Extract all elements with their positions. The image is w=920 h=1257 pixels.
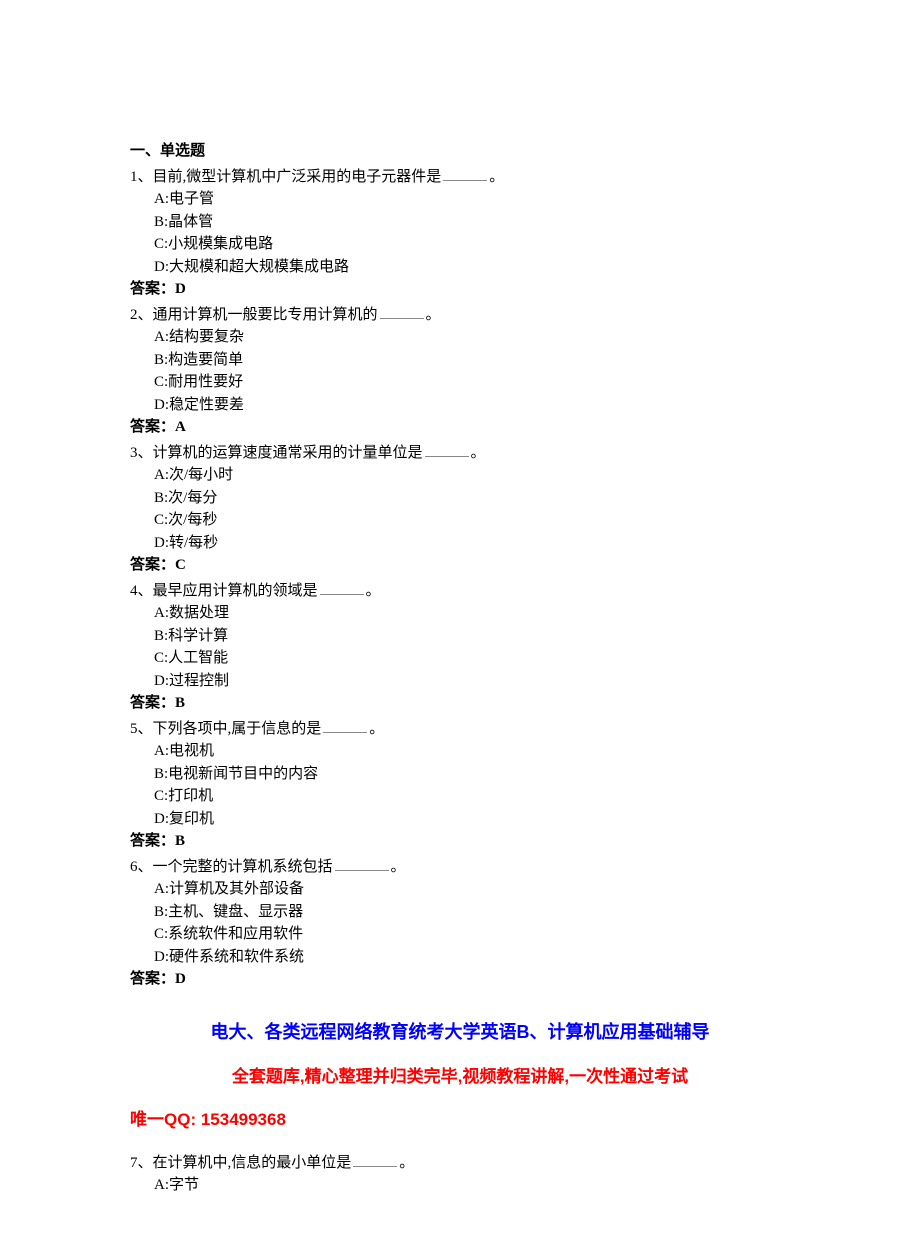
question-6: 6、一个完整的计算机系统包括 。 A:计算机及其外部设备 B:主机、键盘、显示器 … <box>130 855 790 991</box>
question-number: 2、 <box>130 307 153 323</box>
question-stem: 6、一个完整的计算机系统包括 。 <box>130 855 790 879</box>
fill-blank <box>443 165 487 181</box>
option-b: B:科学计算 <box>154 625 790 648</box>
answer: 答案：A <box>130 416 790 439</box>
stem-suffix: 。 <box>391 859 406 875</box>
options: A:电视机 B:电视新闻节目中的内容 C:打印机 D:复印机 <box>130 740 790 830</box>
option-c: C:打印机 <box>154 785 790 808</box>
question-text: 下列各项中,属于信息的是 <box>153 721 322 737</box>
question-text: 最早应用计算机的领域是 <box>153 583 318 599</box>
answer-value: C <box>175 557 186 573</box>
answer-label: 答案： <box>130 419 175 435</box>
question-text: 通用计算机一般要比专用计算机的 <box>153 307 378 323</box>
question-3: 3、计算机的运算速度通常采用的计量单位是 。 A:次/每小时 B:次/每分 C:次… <box>130 441 790 577</box>
fill-blank <box>323 717 367 733</box>
question-stem: 4、最早应用计算机的领域是 。 <box>130 579 790 603</box>
option-a: A:结构要复杂 <box>154 326 790 349</box>
option-d: D:硬件系统和软件系统 <box>154 946 790 969</box>
question-text: 目前,微型计算机中广泛采用的电子元器件是 <box>153 169 442 185</box>
question-5: 5、下列各项中,属于信息的是 。 A:电视机 B:电视新闻节目中的内容 C:打印机… <box>130 717 790 853</box>
promo-line-3: 唯一QQ: 153499368 <box>130 1107 790 1133</box>
stem-suffix: 。 <box>426 307 441 323</box>
stem-suffix: 。 <box>489 169 504 185</box>
options: A:字节 <box>130 1174 790 1197</box>
options: A:数据处理 B:科学计算 C:人工智能 D:过程控制 <box>130 602 790 692</box>
fill-blank <box>320 579 364 595</box>
promo-line-1: 电大、各类远程网络教育统考大学英语B、计算机应用基础辅导 <box>130 1019 790 1046</box>
question-number: 3、 <box>130 445 153 461</box>
question-text: 计算机的运算速度通常采用的计量单位是 <box>153 445 423 461</box>
answer-value: D <box>175 281 186 297</box>
option-a: A:次/每小时 <box>154 464 790 487</box>
option-b: B:晶体管 <box>154 211 790 234</box>
option-d: D:过程控制 <box>154 670 790 693</box>
answer-value: B <box>175 833 185 849</box>
fill-blank <box>425 441 469 457</box>
option-c: C:系统软件和应用软件 <box>154 923 790 946</box>
stem-suffix: 。 <box>369 721 384 737</box>
options: A:结构要复杂 B:构造要简单 C:耐用性要好 D:稳定性要差 <box>130 326 790 416</box>
option-d: D:转/每秒 <box>154 532 790 555</box>
question-text: 一个完整的计算机系统包括 <box>153 859 333 875</box>
option-a: A:电视机 <box>154 740 790 763</box>
question-stem: 1、目前,微型计算机中广泛采用的电子元器件是 。 <box>130 165 790 189</box>
answer-value: D <box>175 971 186 987</box>
fill-blank <box>353 1151 397 1167</box>
answer-label: 答案： <box>130 695 175 711</box>
answer: 答案：B <box>130 830 790 853</box>
answer: 答案：D <box>130 278 790 301</box>
section-title: 一、单选题 <box>130 140 790 163</box>
fill-blank <box>380 303 424 319</box>
option-b: B:主机、键盘、显示器 <box>154 901 790 924</box>
option-a: A:字节 <box>154 1174 790 1197</box>
question-1: 1、目前,微型计算机中广泛采用的电子元器件是 。 A:电子管 B:晶体管 C:小规… <box>130 165 790 301</box>
option-b: B:电视新闻节目中的内容 <box>154 763 790 786</box>
option-a: A:电子管 <box>154 188 790 211</box>
option-a: A:数据处理 <box>154 602 790 625</box>
stem-suffix: 。 <box>399 1155 414 1171</box>
question-7: 7、在计算机中,信息的最小单位是 。 A:字节 <box>130 1151 790 1197</box>
fill-blank <box>335 855 389 871</box>
question-number: 4、 <box>130 583 153 599</box>
option-d: D:大规模和超大规模集成电路 <box>154 256 790 279</box>
options: A:电子管 B:晶体管 C:小规模集成电路 D:大规模和超大规模集成电路 <box>130 188 790 278</box>
question-number: 7、 <box>130 1155 153 1171</box>
question-text: 在计算机中,信息的最小单位是 <box>153 1155 352 1171</box>
options: A:计算机及其外部设备 B:主机、键盘、显示器 C:系统软件和应用软件 D:硬件… <box>130 878 790 968</box>
answer-label: 答案： <box>130 971 175 987</box>
answer: 答案：B <box>130 692 790 715</box>
answer-label: 答案： <box>130 557 175 573</box>
answer: 答案：C <box>130 554 790 577</box>
promo-line-2: 全套题库,精心整理并归类完毕,视频教程讲解,一次性通过考试 <box>130 1064 790 1090</box>
option-b: B:次/每分 <box>154 487 790 510</box>
option-c: C:耐用性要好 <box>154 371 790 394</box>
answer-label: 答案： <box>130 833 175 849</box>
option-c: C:小规模集成电路 <box>154 233 790 256</box>
option-d: D:稳定性要差 <box>154 394 790 417</box>
question-stem: 7、在计算机中,信息的最小单位是 。 <box>130 1151 790 1175</box>
option-c: C:人工智能 <box>154 647 790 670</box>
question-stem: 3、计算机的运算速度通常采用的计量单位是 。 <box>130 441 790 465</box>
option-a: A:计算机及其外部设备 <box>154 878 790 901</box>
option-c: C:次/每秒 <box>154 509 790 532</box>
answer-label: 答案： <box>130 281 175 297</box>
answer: 答案：D <box>130 968 790 991</box>
question-number: 6、 <box>130 859 153 875</box>
stem-suffix: 。 <box>471 445 486 461</box>
options: A:次/每小时 B:次/每分 C:次/每秒 D:转/每秒 <box>130 464 790 554</box>
question-stem: 5、下列各项中,属于信息的是 。 <box>130 717 790 741</box>
question-stem: 2、通用计算机一般要比专用计算机的 。 <box>130 303 790 327</box>
question-4: 4、最早应用计算机的领域是 。 A:数据处理 B:科学计算 C:人工智能 D:过程… <box>130 579 790 715</box>
question-2: 2、通用计算机一般要比专用计算机的 。 A:结构要复杂 B:构造要简单 C:耐用性… <box>130 303 790 439</box>
option-d: D:复印机 <box>154 808 790 831</box>
answer-value: A <box>175 419 186 435</box>
option-b: B:构造要简单 <box>154 349 790 372</box>
question-number: 5、 <box>130 721 153 737</box>
question-number: 1、 <box>130 169 153 185</box>
stem-suffix: 。 <box>366 583 381 599</box>
answer-value: B <box>175 695 185 711</box>
